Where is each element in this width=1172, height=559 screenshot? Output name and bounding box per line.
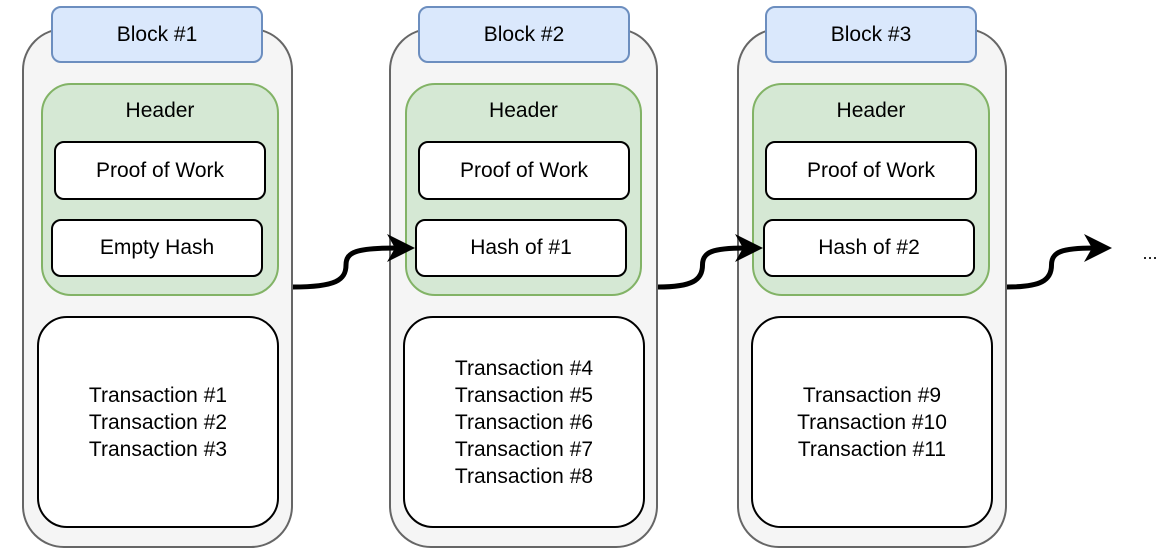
link-arrows [292, 234, 1112, 290]
arrow-line [292, 245, 398, 290]
blockchain-diagram: Block #1 Header Proof of Work Empty Hash Tra… [0, 0, 1172, 559]
arrow-line [657, 245, 746, 290]
continuation-ellipsis: ... [1142, 242, 1158, 263]
arrow-line [1006, 245, 1095, 290]
